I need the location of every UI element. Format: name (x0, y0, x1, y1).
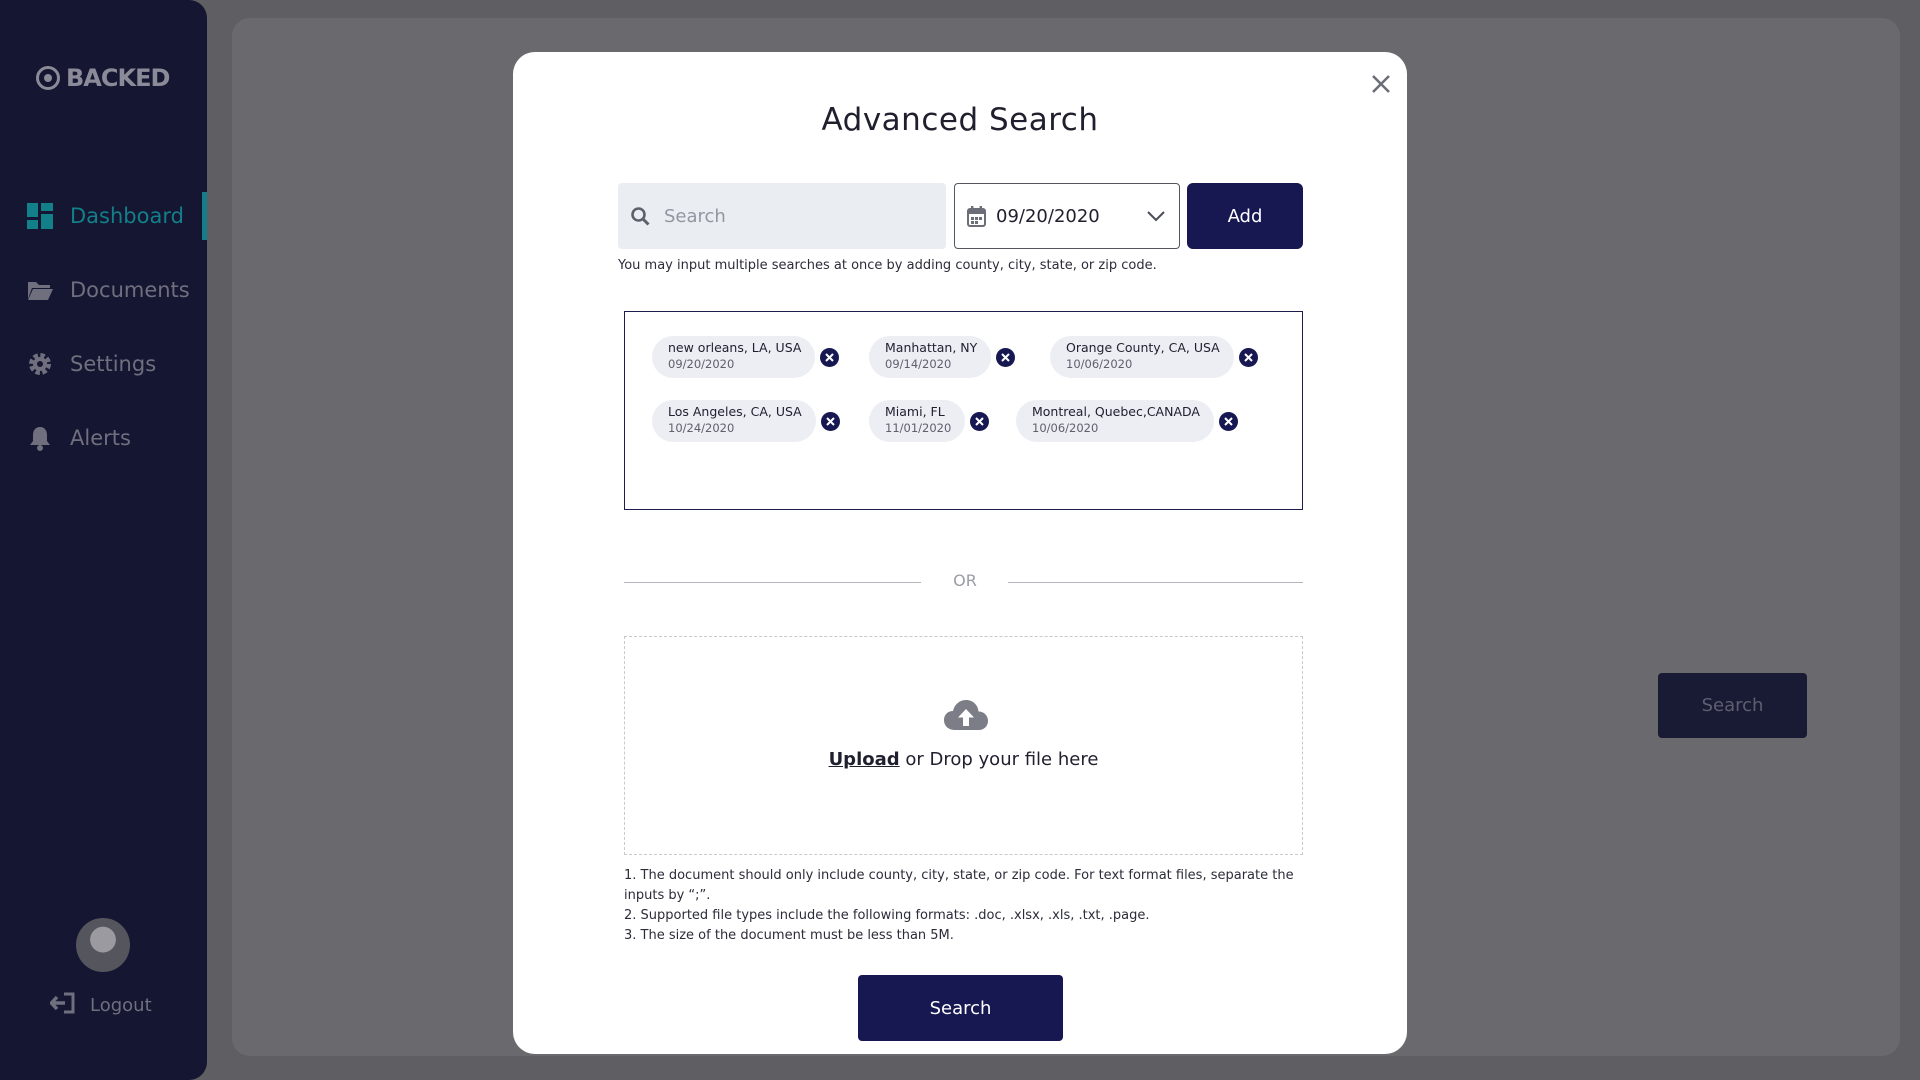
search-icon (631, 206, 650, 226)
calendar-icon (967, 205, 986, 227)
tag-location: Montreal, Quebec,CANADA (1032, 404, 1200, 419)
search-tag: Manhattan, NY 09/14/2020 (869, 336, 1016, 378)
close-icon (1372, 75, 1390, 93)
remove-tag-button[interactable] (1238, 347, 1258, 367)
tag-location: new orleans, LA, USA (668, 340, 802, 355)
logout-button[interactable]: Logout (49, 992, 152, 1019)
tag-date: 11/01/2020 (885, 421, 952, 435)
search-tags-container: new orleans, LA, USA 09/20/2020 Manhatta… (624, 311, 1303, 510)
tag-chip: Miami, FL 11/01/2020 (869, 400, 966, 442)
search-hint: You may input multiple searches at once … (618, 258, 1157, 273)
search-tag: Los Angeles, CA, USA 10/24/2020 (652, 400, 840, 442)
tag-location: Miami, FL (885, 404, 945, 419)
search-button[interactable]: Search (858, 975, 1063, 1041)
tag-date: 09/14/2020 (885, 357, 952, 371)
remove-tag-button[interactable] (996, 347, 1016, 367)
sidebar-item-dashboard[interactable]: Dashboard (26, 196, 184, 236)
dashboard-icon (26, 202, 54, 230)
avatar[interactable] (76, 918, 130, 972)
upload-link[interactable]: Upload (829, 749, 900, 770)
chevron-down-icon (1147, 210, 1165, 221)
drop-label: or Drop your file here (899, 749, 1099, 770)
search-input[interactable] (664, 205, 914, 227)
brand-logo[interactable]: BACKED (36, 64, 170, 92)
sidebar-item-label: Settings (70, 352, 157, 376)
close-icon (1244, 352, 1253, 362)
search-tag: new orleans, LA, USA 09/20/2020 (652, 336, 840, 378)
logout-label: Logout (90, 995, 152, 1016)
search-field[interactable] (618, 183, 946, 249)
or-divider: OR (624, 571, 1303, 595)
tag-date: 10/24/2020 (668, 421, 735, 435)
date-picker[interactable]: 09/20/2020 (954, 183, 1180, 249)
tag-location: Manhattan, NY (885, 340, 978, 355)
tag-date: 10/06/2020 (1032, 421, 1099, 435)
close-icon (975, 416, 985, 426)
close-button[interactable] (1361, 64, 1401, 104)
remove-tag-button[interactable] (970, 411, 990, 431)
add-button[interactable]: Add (1187, 183, 1303, 249)
remove-tag-button[interactable] (1218, 411, 1238, 431)
tag-date: 09/20/2020 (668, 357, 735, 371)
search-tag: Montreal, Quebec,CANADA 10/06/2020 (1016, 400, 1238, 442)
sidebar-item-label: Alerts (70, 426, 131, 450)
cloud-upload-icon (944, 700, 988, 730)
sidebar-item-alerts[interactable]: Alerts (26, 418, 131, 458)
logo-text: BACKED (66, 64, 170, 92)
tag-date: 10/06/2020 (1066, 357, 1133, 371)
bell-icon (26, 424, 54, 452)
search-tag: Orange County, CA, USA 10/06/2020 (1050, 336, 1258, 378)
sidebar-item-settings[interactable]: Settings (26, 344, 156, 384)
divider-line (1008, 582, 1303, 583)
close-icon (1224, 416, 1233, 426)
active-nav-indicator (202, 192, 207, 240)
sidebar-item-label: Documents (70, 278, 190, 302)
tag-location: Orange County, CA, USA (1066, 340, 1220, 355)
logo-icon (36, 66, 60, 90)
close-icon (825, 352, 835, 362)
folder-icon (26, 276, 54, 304)
close-icon (825, 416, 835, 426)
sidebar: BACKED Dashboard Documents Settings Aler… (0, 0, 207, 1080)
close-icon (1001, 352, 1010, 362)
modal-title: Advanced Search (821, 102, 1099, 138)
logout-icon (49, 992, 76, 1019)
note-item: 1. The document should only include coun… (624, 868, 1294, 903)
tag-chip: Orange County, CA, USA 10/06/2020 (1050, 336, 1234, 378)
file-drop-zone[interactable]: Upload or Drop your file here (624, 636, 1303, 855)
remove-tag-button[interactable] (820, 347, 840, 367)
date-value: 09/20/2020 (996, 205, 1100, 227)
background-search-button: Search (1658, 673, 1807, 738)
drop-instructions: Upload or Drop your file here (625, 749, 1302, 770)
note-item: 3. The size of the document must be less… (624, 928, 954, 943)
or-label: OR (953, 571, 977, 590)
tag-location: Los Angeles, CA, USA (668, 404, 802, 419)
divider-line (624, 582, 921, 583)
sidebar-item-documents[interactable]: Documents (26, 270, 190, 310)
upload-notes: 1. The document should only include coun… (624, 866, 1304, 946)
gear-icon (26, 350, 54, 378)
tag-chip: Manhattan, NY 09/14/2020 (869, 336, 992, 378)
remove-tag-button[interactable] (820, 411, 840, 431)
tag-chip: Los Angeles, CA, USA 10/24/2020 (652, 400, 816, 442)
tag-chip: new orleans, LA, USA 09/20/2020 (652, 336, 816, 378)
search-tag: Miami, FL 11/01/2020 (869, 400, 990, 442)
sidebar-item-label: Dashboard (70, 204, 184, 228)
tag-chip: Montreal, Quebec,CANADA 10/06/2020 (1016, 400, 1214, 442)
note-item: 2. Supported file types include the foll… (624, 908, 1150, 923)
advanced-search-modal: Advanced Search 09/20/2020 Add You may i… (513, 52, 1407, 1054)
